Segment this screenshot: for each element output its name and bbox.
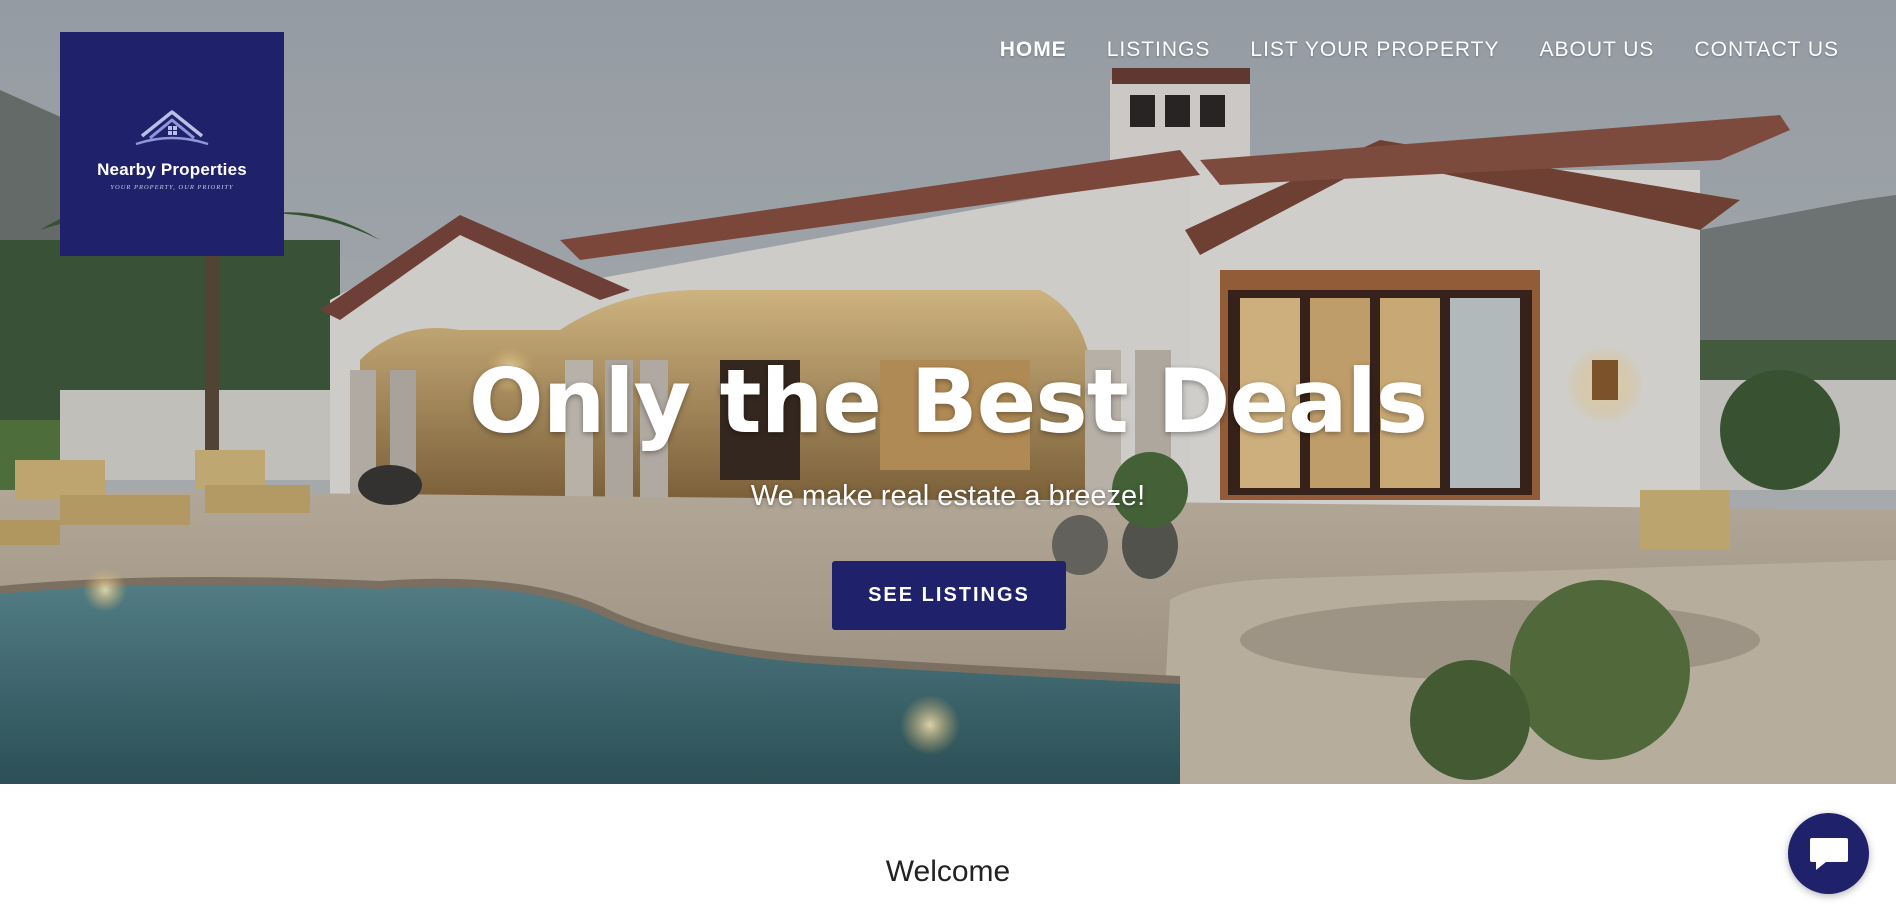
site-logo[interactable]: Nearby Properties YOUR PROPERTY, OUR PRI…: [60, 32, 284, 256]
nav-contact-us[interactable]: CONTACT US: [1694, 38, 1839, 62]
see-listings-button[interactable]: SEE LISTINGS: [832, 561, 1066, 630]
main-navigation: HOME LISTINGS LIST YOUR PROPERTY ABOUT U…: [1000, 38, 1839, 62]
hero-title: Only the Best Deals: [468, 350, 1428, 453]
house-roof-icon: [135, 109, 209, 145]
chat-widget-button[interactable]: [1788, 813, 1869, 894]
nav-list-your-property[interactable]: LIST YOUR PROPERTY: [1250, 38, 1499, 62]
nav-home[interactable]: HOME: [1000, 38, 1067, 62]
nav-about-us[interactable]: ABOUT US: [1539, 38, 1654, 62]
logo-name: Nearby Properties: [97, 159, 247, 179]
hero-subtitle: We make real estate a breeze!: [750, 480, 1146, 512]
logo-tagline: YOUR PROPERTY, OUR PRIORITY: [110, 183, 234, 191]
nav-listings[interactable]: LISTINGS: [1107, 38, 1211, 62]
chat-bubble-icon: [1809, 837, 1848, 870]
welcome-heading: Welcome: [885, 855, 1011, 888]
